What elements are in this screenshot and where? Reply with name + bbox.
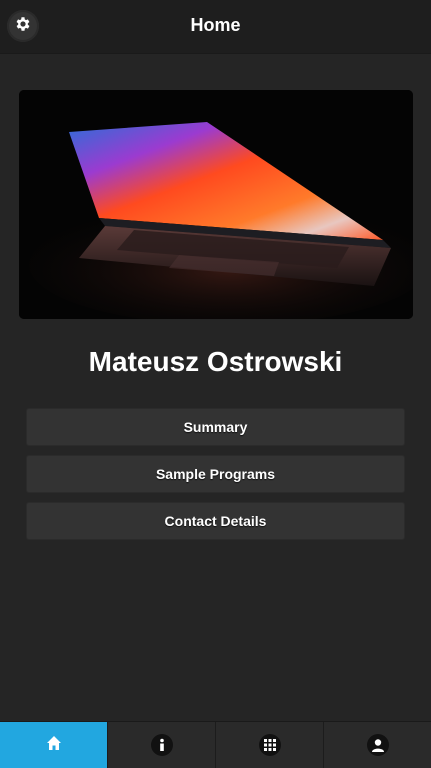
grid-icon xyxy=(258,734,281,756)
user-icon xyxy=(366,734,389,756)
tab-info[interactable] xyxy=(108,722,216,768)
info-icon xyxy=(150,734,173,756)
hero-laptop-image xyxy=(19,90,413,319)
bottom-tab-bar xyxy=(0,721,431,768)
home-icon xyxy=(46,735,62,756)
profile-name: Mateusz Ostrowski xyxy=(88,346,343,377)
contact-details-button[interactable]: Contact Details xyxy=(26,502,405,540)
page-title: Home xyxy=(190,15,241,35)
sample-programs-button[interactable]: Sample Programs xyxy=(26,455,405,493)
tab-user[interactable] xyxy=(324,722,431,768)
summary-button[interactable]: Summary xyxy=(26,408,405,446)
tab-home[interactable] xyxy=(0,722,108,768)
header-bar: Home xyxy=(0,0,431,54)
tab-grid[interactable] xyxy=(216,722,324,768)
